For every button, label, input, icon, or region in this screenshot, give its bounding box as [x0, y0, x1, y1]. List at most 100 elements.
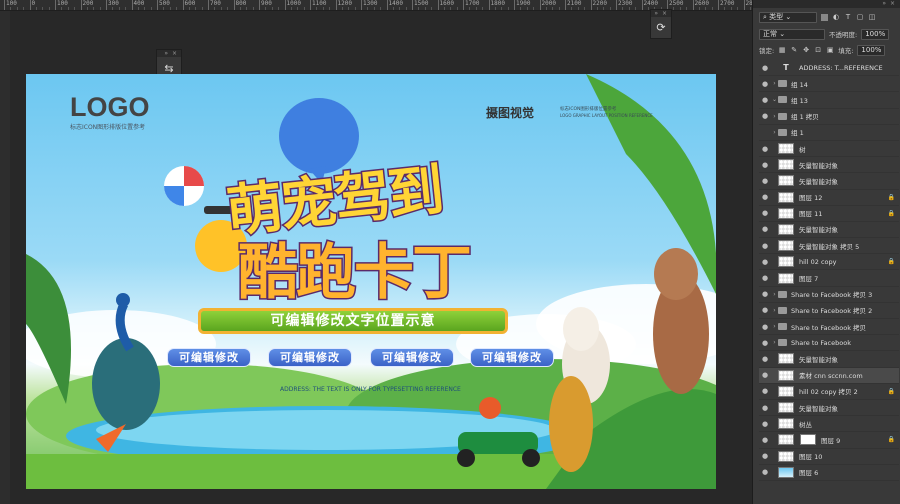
- layer-row[interactable]: ● › Share to Facebook 拷贝 3: [759, 287, 899, 303]
- chevron-right-icon[interactable]: ›: [771, 307, 778, 314]
- layer-row[interactable]: ● 图层 12 🔒: [759, 190, 899, 206]
- visibility-eye-icon[interactable]: ●: [759, 258, 771, 266]
- lock-artboard-icon[interactable]: ⊡: [814, 46, 822, 54]
- left-ruler: [0, 11, 10, 504]
- visibility-eye-icon[interactable]: ●: [759, 145, 771, 153]
- lock-move-icon[interactable]: ✥: [802, 46, 810, 54]
- layer-name: 图层 7: [799, 275, 819, 284]
- ruler-minor-tick: [303, 7, 305, 10]
- ruler-minor-tick: [450, 7, 452, 10]
- layer-row[interactable]: ● 矢量智能对象 拷贝 5: [759, 238, 899, 255]
- visibility-eye-icon[interactable]: ●: [759, 242, 771, 250]
- filter-smart-icon[interactable]: ◫: [868, 13, 876, 21]
- chevron-down-icon[interactable]: ⌄: [771, 96, 778, 103]
- ruler-minor-tick: [354, 7, 356, 10]
- chevron-right-icon[interactable]: ›: [771, 129, 778, 136]
- blend-mode-select[interactable]: 正常 ⌄: [759, 28, 825, 40]
- chevron-right-icon[interactable]: ›: [771, 113, 778, 120]
- visibility-eye-icon[interactable]: ●: [759, 80, 771, 88]
- layer-name: Share to Facebook: [791, 338, 851, 347]
- visibility-eye-icon[interactable]: ●: [759, 387, 771, 395]
- visibility-eye-icon[interactable]: ●: [759, 436, 771, 444]
- poster-pill-button: 可编辑修改: [370, 348, 454, 367]
- visibility-eye-icon[interactable]: ●: [759, 112, 771, 120]
- layer-row[interactable]: ● 矢量智能对象: [759, 222, 899, 239]
- visibility-eye-icon[interactable]: ●: [759, 96, 771, 104]
- layer-row[interactable]: ● 矢量智能对象: [759, 157, 899, 174]
- opacity-input[interactable]: 100%: [861, 28, 890, 40]
- layer-row[interactable]: ● 素材 cnn sccnn.com: [759, 367, 899, 384]
- layer-row[interactable]: ● › 组 1 拷贝: [759, 109, 899, 125]
- filter-shape-icon[interactable]: ▢: [856, 13, 864, 21]
- layer-row[interactable]: ● 树: [759, 141, 899, 158]
- visibility-eye-icon[interactable]: ●: [759, 468, 771, 476]
- chevron-right-icon[interactable]: ›: [771, 291, 778, 298]
- layer-row[interactable]: ● 矢量智能对象: [759, 351, 899, 368]
- ruler-minor-tick: [246, 7, 248, 10]
- layer-mask-thumbnail[interactable]: [800, 434, 816, 446]
- layer-row[interactable]: ● ⌄ 组 13: [759, 92, 899, 109]
- floating-panel-header[interactable]: » ×: [651, 10, 671, 17]
- layer-row[interactable]: ●› 组 1: [759, 125, 899, 141]
- visibility-eye-icon[interactable]: ●: [759, 209, 771, 217]
- visibility-eye-icon[interactable]: ●: [759, 177, 771, 185]
- layer-row[interactable]: ● 图层 9 🔒: [759, 432, 899, 449]
- lock-all-icon[interactable]: ▣: [826, 46, 834, 54]
- layer-row[interactable]: ● 图层 7: [759, 270, 899, 287]
- refresh-icon[interactable]: ⟳: [651, 17, 671, 38]
- lock-paint-icon[interactable]: ✎: [790, 46, 798, 54]
- visibility-eye-icon[interactable]: ●: [759, 274, 771, 282]
- visibility-eye-icon[interactable]: ●: [759, 355, 771, 363]
- ruler-minor-tick: [42, 7, 44, 10]
- layer-row[interactable]: ● › Share to Facebook 拷贝: [759, 319, 899, 336]
- layer-name: 图层 11: [799, 210, 823, 219]
- chevron-right-icon[interactable]: ›: [771, 339, 778, 346]
- layer-row[interactable]: ● 矢量智能对象: [759, 400, 899, 417]
- layer-row[interactable]: ● hill 02 copy 拷贝 2 🔒: [759, 384, 899, 400]
- floating-panel-header[interactable]: » ×: [157, 50, 181, 57]
- logo-subtext: 标志ICON图形排版位置参考: [70, 124, 146, 131]
- visibility-eye-icon[interactable]: ●: [759, 64, 771, 72]
- layer-row[interactable]: ● T ADDRESS: T...REFERENCE: [759, 60, 899, 77]
- filter-pixel-icon[interactable]: [821, 13, 828, 21]
- lock-transparent-icon[interactable]: ▦: [778, 46, 786, 54]
- visibility-eye-icon[interactable]: ●: [759, 420, 771, 428]
- ruler-minor-tick: [118, 7, 120, 10]
- layer-filter-select[interactable]: ⌕ 类型 ⌄: [759, 11, 817, 23]
- visibility-eye-icon[interactable]: ●: [759, 225, 771, 233]
- layer-row[interactable]: ● › 组 14: [759, 76, 899, 93]
- ruler-minor-tick: [176, 7, 178, 10]
- visibility-eye-icon[interactable]: ●: [759, 339, 771, 347]
- chevron-right-icon[interactable]: ›: [771, 80, 778, 87]
- layer-row[interactable]: ● hill 02 copy 🔒: [759, 254, 899, 271]
- layer-row[interactable]: ● › Share to Facebook: [759, 335, 899, 352]
- chevron-right-icon[interactable]: ›: [771, 323, 778, 330]
- layer-row[interactable]: ● 图层 10: [759, 449, 899, 465]
- layer-row[interactable]: ● 矢量智能对象: [759, 173, 899, 190]
- document-workspace[interactable]: » × ⇆ » × ⟳ LOGO 标志ICON图形排版位置参考 摄图视觉 标志I…: [10, 9, 752, 504]
- visibility-eye-icon[interactable]: ●: [759, 161, 771, 169]
- visibility-eye-icon[interactable]: ●: [759, 306, 771, 314]
- fill-input[interactable]: 100%: [857, 44, 886, 56]
- ruler-minor-tick: [724, 7, 726, 10]
- visibility-eye-icon[interactable]: ●: [759, 452, 771, 460]
- layer-row[interactable]: ● 图层 6: [759, 465, 899, 481]
- panel-header[interactable]: » ×: [753, 0, 900, 8]
- layer-row[interactable]: ● › Share to Facebook 拷贝 2: [759, 303, 899, 319]
- visibility-eye-icon[interactable]: ●: [759, 290, 771, 298]
- ruler-tick-label: 1100: [310, 0, 326, 10]
- photoshop-window: 100 0 100 200 300 400 500 600 700 800 900 1000 1100 1…: [0, 0, 900, 504]
- layer-row[interactable]: ● 图层 11 🔒: [759, 206, 899, 222]
- layer-row[interactable]: ● 树丛: [759, 416, 899, 433]
- filter-text-icon[interactable]: T: [844, 13, 852, 21]
- visibility-eye-icon[interactable]: ●: [759, 193, 771, 201]
- layer-name: 矢量智能对象 拷贝 5: [799, 242, 860, 251]
- visibility-eye-icon[interactable]: ●: [759, 371, 771, 379]
- canvas-artwork[interactable]: LOGO 标志ICON图形排版位置参考 摄图视觉 标志ICON图形排版位置参考 …: [26, 74, 716, 489]
- visibility-eye-icon[interactable]: ●: [759, 404, 771, 412]
- filter-adjust-icon[interactable]: ◐: [832, 13, 840, 21]
- visibility-eye-icon[interactable]: ●: [759, 323, 771, 331]
- visibility-eye-icon[interactable]: ●: [759, 128, 771, 136]
- poster-subtitle-banner: 可编辑修改文字位置示意: [198, 308, 508, 334]
- ruler-minor-tick: [603, 7, 605, 10]
